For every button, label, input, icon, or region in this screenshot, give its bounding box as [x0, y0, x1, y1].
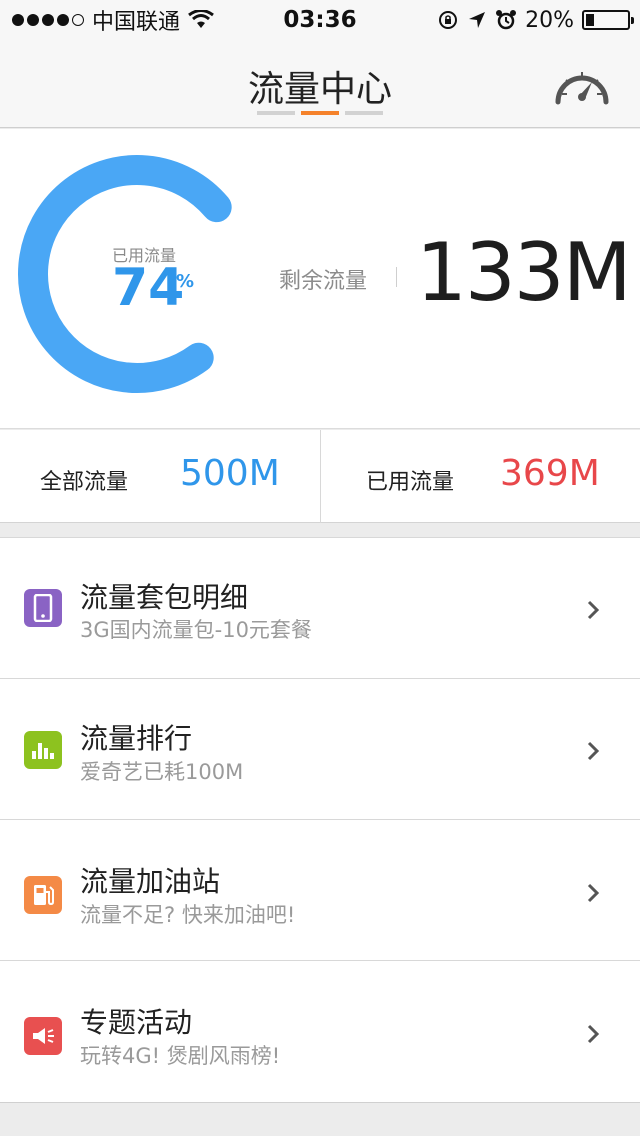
menu-item-package-details[interactable]: 流量套包明细 3G国内流量包-10元套餐: [0, 538, 640, 679]
used-percent: 74: [112, 258, 185, 318]
remaining-separator: [396, 267, 397, 287]
remaining-label: 剩余流量: [279, 269, 368, 294]
wifi-icon: [188, 10, 214, 28]
chevron-right-icon: [587, 883, 600, 903]
mi-icon-wrap: [24, 589, 62, 627]
mi-icon-wrap: [24, 731, 62, 769]
menu-item-title: 专题活动: [80, 1006, 193, 1039]
status-time: 03:36: [283, 7, 357, 33]
menu-item-special-events[interactable]: 专题活动 玩转4G! 煲剧风雨榜!: [0, 961, 640, 1104]
total-label: 全部流量: [40, 470, 129, 495]
menu-item-subtitle: 流量不足? 快来加油吧!: [80, 903, 296, 927]
percent-sign: %: [176, 271, 195, 292]
speedometer-icon[interactable]: [552, 62, 612, 108]
status-left: 中国联通: [12, 4, 214, 36]
mi-icon-wrap: [24, 1017, 62, 1055]
menu-item-subtitle: 爱奇艺已耗100M: [80, 760, 244, 784]
menu-item-title: 流量排行: [80, 722, 193, 755]
page-indicator-segment[interactable]: [301, 111, 339, 115]
menu-item-ranking[interactable]: 流量排行 爱奇艺已耗100M: [0, 679, 640, 820]
page-indicator-segment[interactable]: [345, 111, 383, 115]
gas-station-icon: [34, 885, 54, 906]
totals-row: 全部流量 500M 已用流量 369M: [0, 430, 640, 523]
status-right: 20%: [437, 7, 634, 33]
total-value: 500M: [180, 453, 280, 494]
menu-item-subtitle: 玩转4G! 煲剧风雨榜!: [80, 1044, 281, 1068]
used-value: 369M: [500, 453, 600, 494]
chevron-right-icon: [587, 1024, 600, 1044]
battery-percent: 20%: [525, 7, 574, 33]
menu-item-title: 流量套包明细: [80, 581, 249, 614]
megaphone-icon: [33, 1028, 54, 1044]
totals-divider: [320, 430, 321, 523]
menu-list: 流量套包明细 3G国内流量包-10元套餐 流量排行 爱奇艺已耗100M 流量加油…: [0, 537, 640, 1103]
signal-strength-icon: [12, 14, 84, 26]
battery-icon: [582, 10, 634, 30]
location-icon: [469, 12, 486, 28]
phone-icon: [33, 594, 53, 622]
menu-item-subtitle: 3G国内流量包-10元套餐: [80, 618, 312, 642]
rotation-lock-icon: [439, 11, 458, 29]
bar-chart-icon: [32, 743, 54, 759]
page-title: 流量中心: [247, 69, 392, 110]
status-bar: 中国联通 03:36 20%: [0, 0, 640, 40]
menu-item-title: 流量加油站: [80, 865, 221, 898]
used-label: 已用流量: [366, 470, 455, 495]
mi-icon-wrap: [24, 876, 62, 914]
usage-panel: 已用流量 74 % 剩余流量 133M: [0, 129, 640, 429]
page-indicator[interactable]: [257, 111, 383, 115]
remaining-value: 133M: [416, 226, 632, 319]
chevron-right-icon: [587, 741, 600, 761]
menu-item-gas-station[interactable]: 流量加油站 流量不足? 快来加油吧!: [0, 820, 640, 961]
battery-level: [586, 14, 594, 26]
chevron-right-icon: [587, 600, 600, 620]
page-indicator-segment[interactable]: [257, 111, 295, 115]
nav-bar: 流量中心: [0, 40, 640, 128]
alarm-icon: [496, 10, 517, 30]
carrier-name: 中国联通: [92, 10, 181, 35]
